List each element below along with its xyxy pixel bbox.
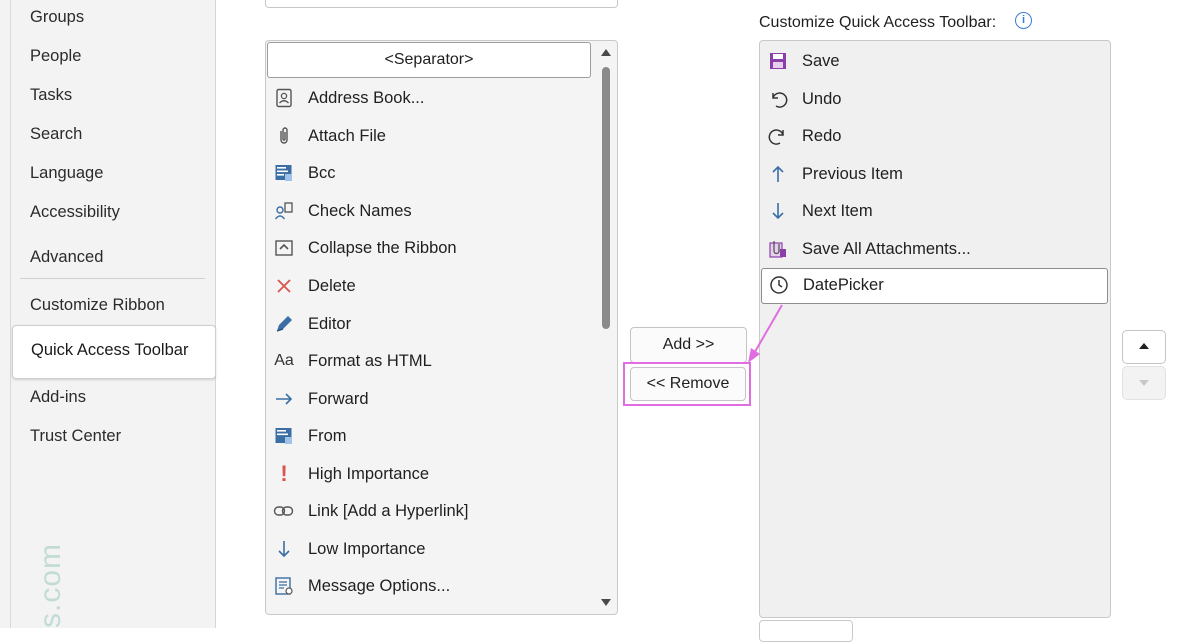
list-item[interactable]: Collapse the Ribbon: [266, 231, 596, 265]
list-item[interactable]: Delete: [266, 269, 596, 303]
modify-button[interactable]: [759, 620, 853, 642]
list-item-label: Link [Add a Hyperlink]: [308, 502, 469, 520]
nav-item-language[interactable]: Language: [30, 164, 103, 183]
undo-icon: [766, 87, 790, 111]
list-item-label: Check Names: [308, 202, 412, 220]
list-item-label: Forward: [308, 390, 369, 408]
list-item-label: Editor: [308, 315, 352, 333]
editor-pen-icon: [272, 312, 296, 336]
commands-scrollbar[interactable]: [597, 41, 615, 614]
list-item[interactable]: Save: [760, 44, 1100, 78]
move-down-button[interactable]: [1122, 366, 1166, 400]
list-item[interactable]: Next Item: [760, 194, 1100, 228]
separator-item[interactable]: <Separator>: [267, 42, 591, 78]
list-item[interactable]: Low Importance: [266, 532, 596, 566]
list-item[interactable]: Save All Attachments...: [760, 232, 1100, 266]
message-options-icon: [272, 574, 296, 598]
choose-commands-dropdown[interactable]: [265, 0, 618, 8]
list-item[interactable]: Check Names: [266, 194, 596, 228]
list-item-label: Delete: [308, 277, 356, 295]
clock-icon: [767, 273, 791, 297]
list-item[interactable]: Address Book...: [266, 81, 596, 115]
address-book-icon: [272, 86, 296, 110]
quick-access-toolbar-list[interactable]: Save Undo Redo Previous Item Next Item S…: [759, 40, 1111, 618]
nav-item-advanced[interactable]: Advanced: [30, 248, 103, 267]
nav-item-label: Quick Access Toolbar: [31, 341, 189, 359]
info-icon[interactable]: i: [1015, 12, 1032, 29]
list-item[interactable]: Attach File: [266, 119, 596, 153]
remove-button[interactable]: << Remove: [630, 367, 746, 401]
list-item[interactable]: From: [266, 419, 596, 453]
list-item-label: Low Importance: [308, 540, 426, 558]
list-item-label: Format as HTML: [308, 352, 432, 370]
list-item-label: From: [308, 427, 347, 445]
qat-title: Customize Quick Access Toolbar:: [759, 14, 997, 31]
bcc-icon: [272, 161, 296, 185]
collapse-ribbon-icon: [272, 236, 296, 260]
separator-label: <Separator>: [384, 51, 474, 68]
list-item[interactable]: Editor: [266, 307, 596, 341]
nav-item-groups[interactable]: Groups: [30, 8, 84, 27]
nav-item-add-ins[interactable]: Add-ins: [30, 388, 86, 407]
list-item[interactable]: Forward: [266, 382, 596, 416]
nav-item-search[interactable]: Search: [30, 125, 82, 144]
options-sidebar: Groups People Tasks Search Language Acce…: [0, 0, 216, 628]
list-item-label: Collapse the Ribbon: [308, 239, 457, 257]
check-names-icon: [272, 199, 296, 223]
remove-button-label: << Remove: [646, 375, 730, 392]
list-item-label: Undo: [802, 90, 842, 108]
scroll-down-arrow-icon[interactable]: [601, 599, 611, 606]
list-item-label: DatePicker: [803, 276, 884, 294]
link-icon: [272, 499, 296, 523]
nav-item-trust-center[interactable]: Trust Center: [30, 427, 121, 446]
exclamation-icon: !: [280, 461, 288, 486]
list-item[interactable]: Message Options...: [266, 569, 596, 603]
list-item-label: Save: [802, 52, 840, 70]
list-item[interactable]: Link [Add a Hyperlink]: [266, 494, 596, 528]
list-item-label: Message Options...: [308, 577, 451, 595]
paperclip-icon: [272, 124, 296, 148]
list-item[interactable]: Bcc: [266, 156, 596, 190]
sidebar-edge: [10, 0, 11, 628]
selected-item-datepicker[interactable]: DatePicker: [761, 268, 1108, 304]
list-item[interactable]: Undo: [760, 82, 1100, 116]
down-arrow-icon: [766, 199, 790, 223]
list-item-label: Address Book...: [308, 89, 425, 107]
list-item[interactable]: Previous Item: [760, 157, 1100, 191]
save-icon: [766, 49, 790, 73]
down-arrow-icon: [272, 537, 296, 561]
scroll-thumb[interactable]: [602, 67, 610, 329]
list-item-label: Redo: [802, 127, 842, 145]
move-up-button[interactable]: [1122, 330, 1166, 364]
from-icon: [272, 424, 296, 448]
list-item-label: High Importance: [308, 465, 430, 483]
add-button-label: Add >>: [662, 336, 715, 353]
up-arrow-icon: [766, 162, 790, 186]
nav-item-customize-ribbon[interactable]: Customize Ribbon: [30, 296, 165, 315]
redo-icon: [766, 124, 790, 148]
nav-divider: [20, 278, 205, 279]
list-item-label: Previous Item: [802, 165, 903, 183]
add-button[interactable]: Add >>: [630, 327, 747, 363]
list-item-label: Bcc: [308, 164, 336, 182]
list-item-label: Attach File: [308, 127, 386, 145]
nav-item-accessibility[interactable]: Accessibility: [30, 203, 120, 222]
nav-item-quick-access-toolbar[interactable]: Quick Access Toolbar: [12, 325, 216, 379]
delete-x-icon: [272, 274, 296, 298]
list-item-label: Next Item: [802, 202, 873, 220]
list-item-label: Save All Attachments...: [802, 240, 971, 258]
list-item[interactable]: Redo: [760, 119, 1100, 153]
commands-list[interactable]: <Separator> Address Book... Attach File …: [265, 40, 618, 615]
forward-arrow-icon: [272, 387, 296, 411]
scroll-up-arrow-icon[interactable]: [601, 49, 611, 56]
list-item[interactable]: Aa Format as HTML: [266, 344, 596, 378]
format-text-icon: Aa: [274, 352, 294, 369]
watermark-text: s.com: [34, 542, 67, 628]
list-item[interactable]: ! High Importance: [266, 457, 596, 491]
attachments-icon: [766, 237, 790, 261]
nav-item-tasks[interactable]: Tasks: [30, 86, 72, 105]
nav-item-people[interactable]: People: [30, 47, 81, 66]
